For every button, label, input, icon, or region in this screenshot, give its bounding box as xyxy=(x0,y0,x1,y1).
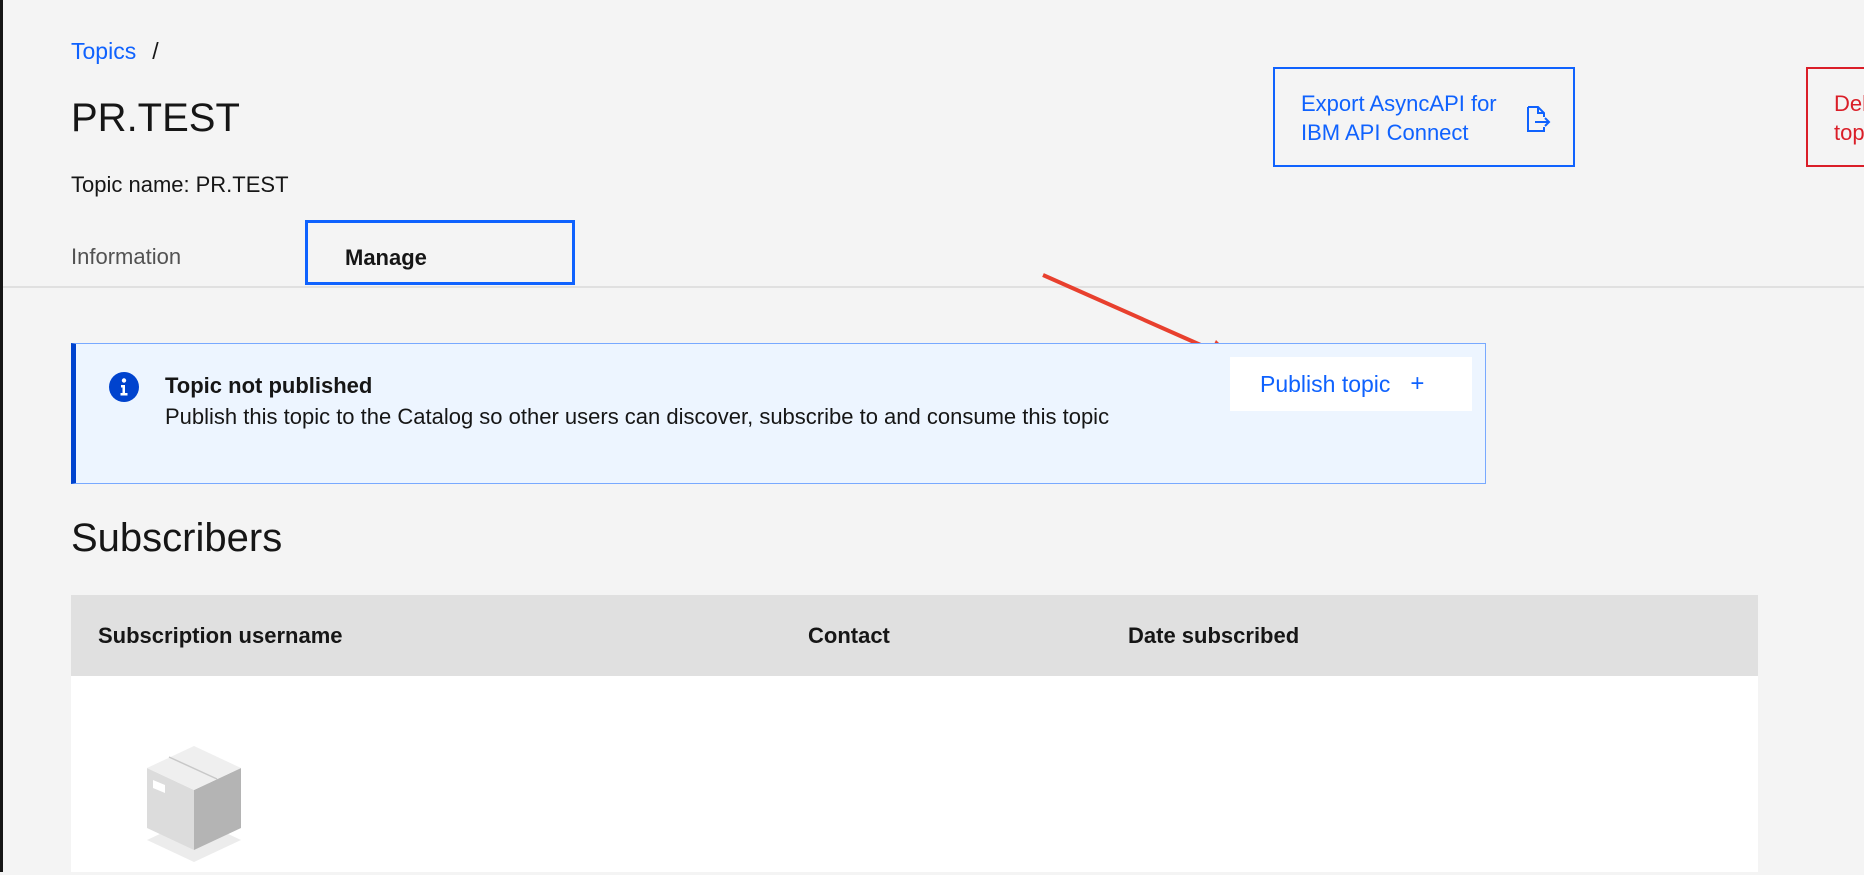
delete-topic-button[interactable]: Delete topic xyxy=(1806,67,1864,167)
column-contact[interactable]: Contact xyxy=(808,623,890,649)
publish-topic-label: Publish topic xyxy=(1260,370,1391,397)
breadcrumb-link-topics[interactable]: Topics xyxy=(71,38,136,65)
tab-manage[interactable]: Manage xyxy=(305,220,575,285)
export-asyncapi-label: Export AsyncAPI for IBM API Connect xyxy=(1301,91,1497,145)
tab-information[interactable]: Information xyxy=(71,244,181,270)
export-asyncapi-button[interactable]: Export AsyncAPI for IBM API Connect xyxy=(1273,67,1575,167)
export-icon xyxy=(1525,105,1551,140)
breadcrumb-separator: / xyxy=(152,38,159,64)
empty-box-icon xyxy=(139,730,249,875)
delete-topic-label: Delete topic xyxy=(1834,91,1864,145)
subscribers-table: Subscription username Contact Date subsc… xyxy=(71,595,1758,872)
topic-name: Topic name: PR.TEST xyxy=(71,172,289,198)
publish-topic-button[interactable]: Publish topic + xyxy=(1230,357,1472,411)
window-edge xyxy=(0,0,3,872)
tabs-divider xyxy=(3,286,1864,288)
notification-title: Topic not published xyxy=(165,373,373,398)
column-subscription-username[interactable]: Subscription username xyxy=(98,623,343,649)
breadcrumb: Topics / xyxy=(71,38,159,65)
plus-icon: + xyxy=(1410,370,1425,397)
topic-name-label: Topic name: xyxy=(71,172,190,197)
page-title: PR.TEST xyxy=(71,96,240,140)
table-header: Subscription username Contact Date subsc… xyxy=(71,595,1758,676)
subscribers-heading: Subscribers xyxy=(71,516,283,560)
column-date-subscribed[interactable]: Date subscribed xyxy=(1128,623,1299,649)
topic-name-value: PR.TEST xyxy=(195,172,289,197)
info-icon xyxy=(109,372,139,407)
notification-message: Publish this topic to the Catalog so oth… xyxy=(165,404,1110,429)
